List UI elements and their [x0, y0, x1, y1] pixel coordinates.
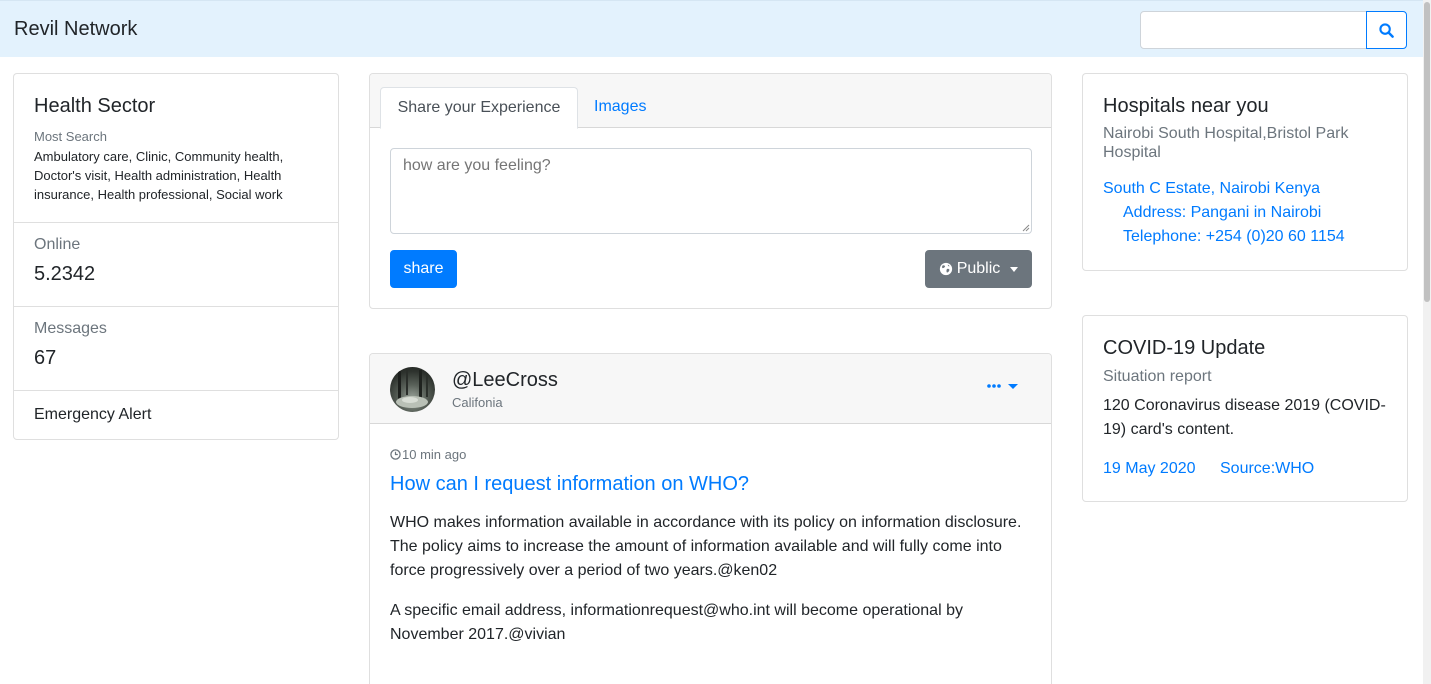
covid-title: COVID-19 Update [1103, 337, 1266, 359]
post-options-dropdown[interactable] [987, 378, 1018, 394]
hospitals-title: Hospitals near you [1103, 95, 1269, 117]
most-search-label: Most Search [34, 129, 107, 144]
covid-subtitle: Situation report [1103, 368, 1212, 385]
post-paragraph: WHO makes information available in accor… [390, 514, 1022, 579]
top-navbar: Revil Network [0, 0, 1423, 57]
messages-value: 67 [34, 347, 57, 369]
emergency-alert-link[interactable]: Emergency Alert [34, 406, 151, 424]
search-input[interactable] [1140, 11, 1367, 49]
post-paragraph: A specific email address, informationreq… [390, 602, 963, 643]
covid-content: 120 Coronavirus disease 2019 (COVID-19) … [1103, 397, 1386, 438]
online-value: 5.2342 [34, 263, 96, 285]
globe-icon [939, 262, 952, 276]
post-header: @LeeCross Califonia [370, 354, 1051, 424]
caret-down-icon [1010, 266, 1019, 272]
tab-share-experience[interactable]: Share your Experience [380, 87, 578, 129]
public-dropdown-button[interactable]: Public [925, 250, 1032, 288]
hospitals-subtitle: Nairobi South Hospital,Bristol Park Hosp… [1103, 125, 1349, 161]
online-section: Online 5.2342 [14, 223, 338, 307]
messages-label: Messages [34, 320, 107, 337]
health-sector-card: Health Sector Most Search Ambulatory car… [13, 73, 339, 440]
covid-source-link[interactable]: Source:WHO [1220, 460, 1314, 478]
covid-update-card: COVID-19 Update Situation report 120 Cor… [1082, 315, 1408, 502]
clock-icon [390, 449, 401, 460]
hospital-telephone-link[interactable]: Telephone: +254 (0)20 60 1154 [1123, 228, 1345, 246]
hospital-address-link[interactable]: Address: Pangani in Nairobi [1123, 204, 1321, 222]
share-card: Share your Experience Images share Publi… [369, 73, 1052, 309]
share-button[interactable]: share [390, 250, 457, 288]
health-sector-section: Health Sector Most Search Ambulatory car… [14, 74, 338, 223]
post-timestamp: 10 min ago [390, 447, 466, 462]
feeling-input[interactable] [390, 148, 1032, 234]
post-card: @LeeCross Califonia 10 min ago How can I… [369, 353, 1052, 684]
brand-title[interactable]: Revil Network [14, 18, 137, 41]
tab-images[interactable]: Images [594, 98, 646, 116]
covid-date-link[interactable]: 19 May 2020 [1103, 460, 1196, 478]
post-title-link[interactable]: How can I request information on WHO? [390, 473, 749, 496]
post-location: Califonia [452, 395, 503, 410]
hospitals-card: Hospitals near you Nairobi South Hospita… [1082, 73, 1408, 271]
scrollbar-thumb[interactable] [1424, 2, 1430, 302]
health-sector-title: Health Sector [34, 95, 156, 117]
search-button[interactable] [1366, 11, 1407, 49]
share-tabs-header: Share your Experience Images [370, 74, 1051, 129]
post-time-text: 10 min ago [402, 447, 467, 462]
avatar[interactable] [390, 367, 435, 412]
search-form [1140, 11, 1407, 49]
page-scrollbar[interactable] [1423, 0, 1431, 684]
search-icon [1379, 22, 1394, 38]
avatar-image [396, 369, 428, 408]
online-label: Online [34, 236, 81, 253]
hospital-location-link[interactable]: South C Estate, Nairobi Kenya [1103, 180, 1320, 198]
public-label: Public [956, 260, 1001, 277]
messages-section: Messages 67 [14, 307, 338, 391]
caret-down-icon [1008, 383, 1018, 389]
ellipsis-icon [987, 384, 1001, 388]
most-search-items: Ambulatory care, Clinic, Community healt… [34, 149, 284, 202]
post-username[interactable]: @LeeCross [452, 369, 558, 392]
